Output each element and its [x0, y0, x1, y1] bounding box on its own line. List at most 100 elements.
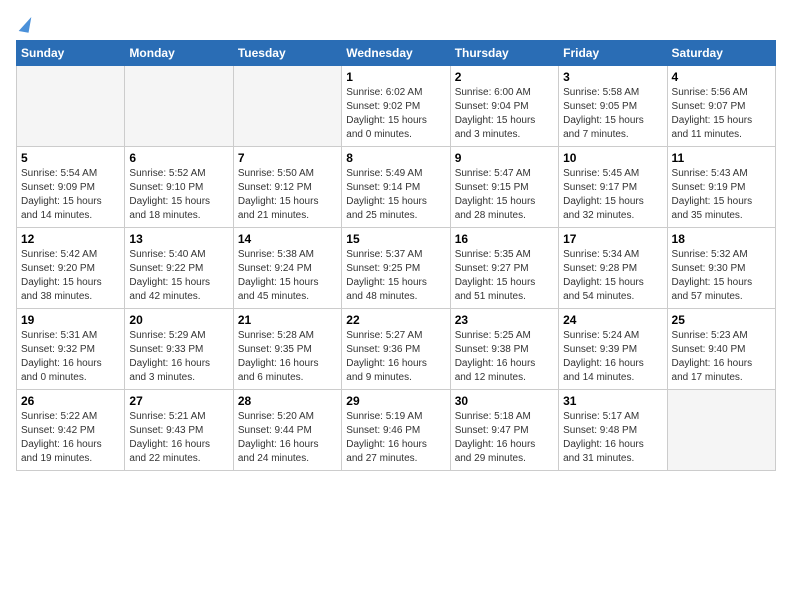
- day-number: 31: [563, 394, 662, 408]
- day-info: Sunrise: 5:24 AM Sunset: 9:39 PM Dayligh…: [563, 329, 662, 385]
- logo-triangle-icon: [19, 15, 32, 32]
- day-number: 21: [238, 313, 337, 327]
- calendar-cell: 1 Sunrise: 6:02 AM Sunset: 9:02 PM Daylig…: [342, 66, 450, 147]
- day-number: 18: [672, 232, 771, 246]
- calendar-cell: 16 Sunrise: 5:35 AM Sunset: 9:27 PM Dayli…: [450, 228, 558, 309]
- calendar-cell: 11 Sunrise: 5:43 AM Sunset: 9:19 PM Dayli…: [667, 147, 775, 228]
- day-number: 13: [129, 232, 228, 246]
- day-number: 16: [455, 232, 554, 246]
- col-header-sunday: Sunday: [17, 41, 125, 66]
- calendar-cell: 23Sunrise: 5:25 AM Sunset: 9:38 PM Dayli…: [450, 309, 558, 390]
- day-info: Sunrise: 5:27 AM Sunset: 9:36 PM Dayligh…: [346, 329, 445, 385]
- day-number: 28: [238, 394, 337, 408]
- calendar-cell: [667, 390, 775, 471]
- day-info: Sunrise: 5:17 AM Sunset: 9:48 PM Dayligh…: [563, 410, 662, 466]
- calendar-week-5: 26 Sunrise: 5:22 AM Sunset: 9:42 PM Dayli…: [17, 390, 776, 471]
- calendar-cell: 3 Sunrise: 5:58 AM Sunset: 9:05 PM Daylig…: [559, 66, 667, 147]
- col-header-monday: Monday: [125, 41, 233, 66]
- day-info: Sunrise: 5:45 AM Sunset: 9:17 PM Dayligh…: [563, 167, 662, 223]
- day-number: 7: [238, 151, 337, 165]
- day-info: Sunrise: 5:22 AM Sunset: 9:42 PM Dayligh…: [21, 410, 120, 466]
- calendar-week-2: 5 Sunrise: 5:54 AM Sunset: 9:09 PM Daylig…: [17, 147, 776, 228]
- day-number: 5: [21, 151, 120, 165]
- day-info: Sunrise: 5:43 AM Sunset: 9:19 PM Dayligh…: [672, 167, 771, 223]
- calendar-cell: 6 Sunrise: 5:52 AM Sunset: 9:10 PM Daylig…: [125, 147, 233, 228]
- day-info: Sunrise: 5:18 AM Sunset: 9:47 PM Dayligh…: [455, 410, 554, 466]
- day-info: Sunrise: 5:58 AM Sunset: 9:05 PM Dayligh…: [563, 86, 662, 142]
- calendar-cell: 15Sunrise: 5:37 AM Sunset: 9:25 PM Dayli…: [342, 228, 450, 309]
- day-number: 26: [21, 394, 120, 408]
- day-number: 1: [346, 70, 445, 84]
- day-number: 19: [21, 313, 120, 327]
- calendar-cell: 18 Sunrise: 5:32 AM Sunset: 9:30 PM Dayli…: [667, 228, 775, 309]
- day-number: 11: [672, 151, 771, 165]
- calendar-cell: 19 Sunrise: 5:31 AM Sunset: 9:32 PM Dayli…: [17, 309, 125, 390]
- day-info: Sunrise: 5:52 AM Sunset: 9:10 PM Dayligh…: [129, 167, 228, 223]
- day-number: 17: [563, 232, 662, 246]
- calendar-cell: 28Sunrise: 5:20 AM Sunset: 9:44 PM Dayli…: [233, 390, 341, 471]
- calendar-cell: 9Sunrise: 5:47 AM Sunset: 9:15 PM Daylig…: [450, 147, 558, 228]
- calendar-cell: 21Sunrise: 5:28 AM Sunset: 9:35 PM Dayli…: [233, 309, 341, 390]
- day-number: 22: [346, 313, 445, 327]
- day-info: Sunrise: 5:54 AM Sunset: 9:09 PM Dayligh…: [21, 167, 120, 223]
- day-info: Sunrise: 5:31 AM Sunset: 9:32 PM Dayligh…: [21, 329, 120, 385]
- day-info: Sunrise: 5:32 AM Sunset: 9:30 PM Dayligh…: [672, 248, 771, 304]
- day-number: 29: [346, 394, 445, 408]
- day-number: 15: [346, 232, 445, 246]
- day-number: 8: [346, 151, 445, 165]
- logo: [16, 16, 30, 32]
- calendar-cell: 14 Sunrise: 5:38 AM Sunset: 9:24 PM Dayli…: [233, 228, 341, 309]
- day-info: Sunrise: 6:02 AM Sunset: 9:02 PM Dayligh…: [346, 86, 445, 142]
- day-info: Sunrise: 5:47 AM Sunset: 9:15 PM Dayligh…: [455, 167, 554, 223]
- calendar-cell: 29 Sunrise: 5:19 AM Sunset: 9:46 PM Dayli…: [342, 390, 450, 471]
- day-info: Sunrise: 5:21 AM Sunset: 9:43 PM Dayligh…: [129, 410, 228, 466]
- day-info: Sunrise: 5:34 AM Sunset: 9:28 PM Dayligh…: [563, 248, 662, 304]
- calendar-cell: 5 Sunrise: 5:54 AM Sunset: 9:09 PM Daylig…: [17, 147, 125, 228]
- calendar-cell: 30Sunrise: 5:18 AM Sunset: 9:47 PM Dayli…: [450, 390, 558, 471]
- calendar-cell: 13Sunrise: 5:40 AM Sunset: 9:22 PM Dayli…: [125, 228, 233, 309]
- day-info: Sunrise: 5:50 AM Sunset: 9:12 PM Dayligh…: [238, 167, 337, 223]
- calendar-cell: [17, 66, 125, 147]
- calendar-cell: 22 Sunrise: 5:27 AM Sunset: 9:36 PM Dayli…: [342, 309, 450, 390]
- day-info: Sunrise: 5:35 AM Sunset: 9:27 PM Dayligh…: [455, 248, 554, 304]
- calendar-week-3: 12 Sunrise: 5:42 AM Sunset: 9:20 PM Dayli…: [17, 228, 776, 309]
- calendar-week-1: 1 Sunrise: 6:02 AM Sunset: 9:02 PM Daylig…: [17, 66, 776, 147]
- day-info: Sunrise: 5:56 AM Sunset: 9:07 PM Dayligh…: [672, 86, 771, 142]
- calendar-cell: [125, 66, 233, 147]
- day-info: Sunrise: 6:00 AM Sunset: 9:04 PM Dayligh…: [455, 86, 554, 142]
- day-info: Sunrise: 5:38 AM Sunset: 9:24 PM Dayligh…: [238, 248, 337, 304]
- day-number: 27: [129, 394, 228, 408]
- day-info: Sunrise: 5:42 AM Sunset: 9:20 PM Dayligh…: [21, 248, 120, 304]
- day-number: 6: [129, 151, 228, 165]
- day-number: 25: [672, 313, 771, 327]
- day-info: Sunrise: 5:19 AM Sunset: 9:46 PM Dayligh…: [346, 410, 445, 466]
- day-info: Sunrise: 5:29 AM Sunset: 9:33 PM Dayligh…: [129, 329, 228, 385]
- calendar-cell: 7 Sunrise: 5:50 AM Sunset: 9:12 PM Daylig…: [233, 147, 341, 228]
- calendar-cell: 12 Sunrise: 5:42 AM Sunset: 9:20 PM Dayli…: [17, 228, 125, 309]
- col-header-wednesday: Wednesday: [342, 41, 450, 66]
- day-number: 3: [563, 70, 662, 84]
- col-header-tuesday: Tuesday: [233, 41, 341, 66]
- calendar-header-row: SundayMondayTuesdayWednesdayThursdayFrid…: [17, 41, 776, 66]
- calendar-cell: 31 Sunrise: 5:17 AM Sunset: 9:48 PM Dayli…: [559, 390, 667, 471]
- calendar-table: SundayMondayTuesdayWednesdayThursdayFrid…: [16, 40, 776, 471]
- day-number: 4: [672, 70, 771, 84]
- day-number: 23: [455, 313, 554, 327]
- calendar-cell: 20Sunrise: 5:29 AM Sunset: 9:33 PM Dayli…: [125, 309, 233, 390]
- day-number: 2: [455, 70, 554, 84]
- calendar-cell: 4 Sunrise: 5:56 AM Sunset: 9:07 PM Daylig…: [667, 66, 775, 147]
- day-number: 14: [238, 232, 337, 246]
- day-info: Sunrise: 5:23 AM Sunset: 9:40 PM Dayligh…: [672, 329, 771, 385]
- col-header-friday: Friday: [559, 41, 667, 66]
- calendar-cell: 2 Sunrise: 6:00 AM Sunset: 9:04 PM Daylig…: [450, 66, 558, 147]
- col-header-thursday: Thursday: [450, 41, 558, 66]
- day-info: Sunrise: 5:49 AM Sunset: 9:14 PM Dayligh…: [346, 167, 445, 223]
- calendar-cell: 25 Sunrise: 5:23 AM Sunset: 9:40 PM Dayli…: [667, 309, 775, 390]
- col-header-saturday: Saturday: [667, 41, 775, 66]
- calendar-cell: 8 Sunrise: 5:49 AM Sunset: 9:14 PM Daylig…: [342, 147, 450, 228]
- day-number: 10: [563, 151, 662, 165]
- day-number: 12: [21, 232, 120, 246]
- calendar-cell: 24 Sunrise: 5:24 AM Sunset: 9:39 PM Dayli…: [559, 309, 667, 390]
- day-number: 24: [563, 313, 662, 327]
- calendar-cell: 26 Sunrise: 5:22 AM Sunset: 9:42 PM Dayli…: [17, 390, 125, 471]
